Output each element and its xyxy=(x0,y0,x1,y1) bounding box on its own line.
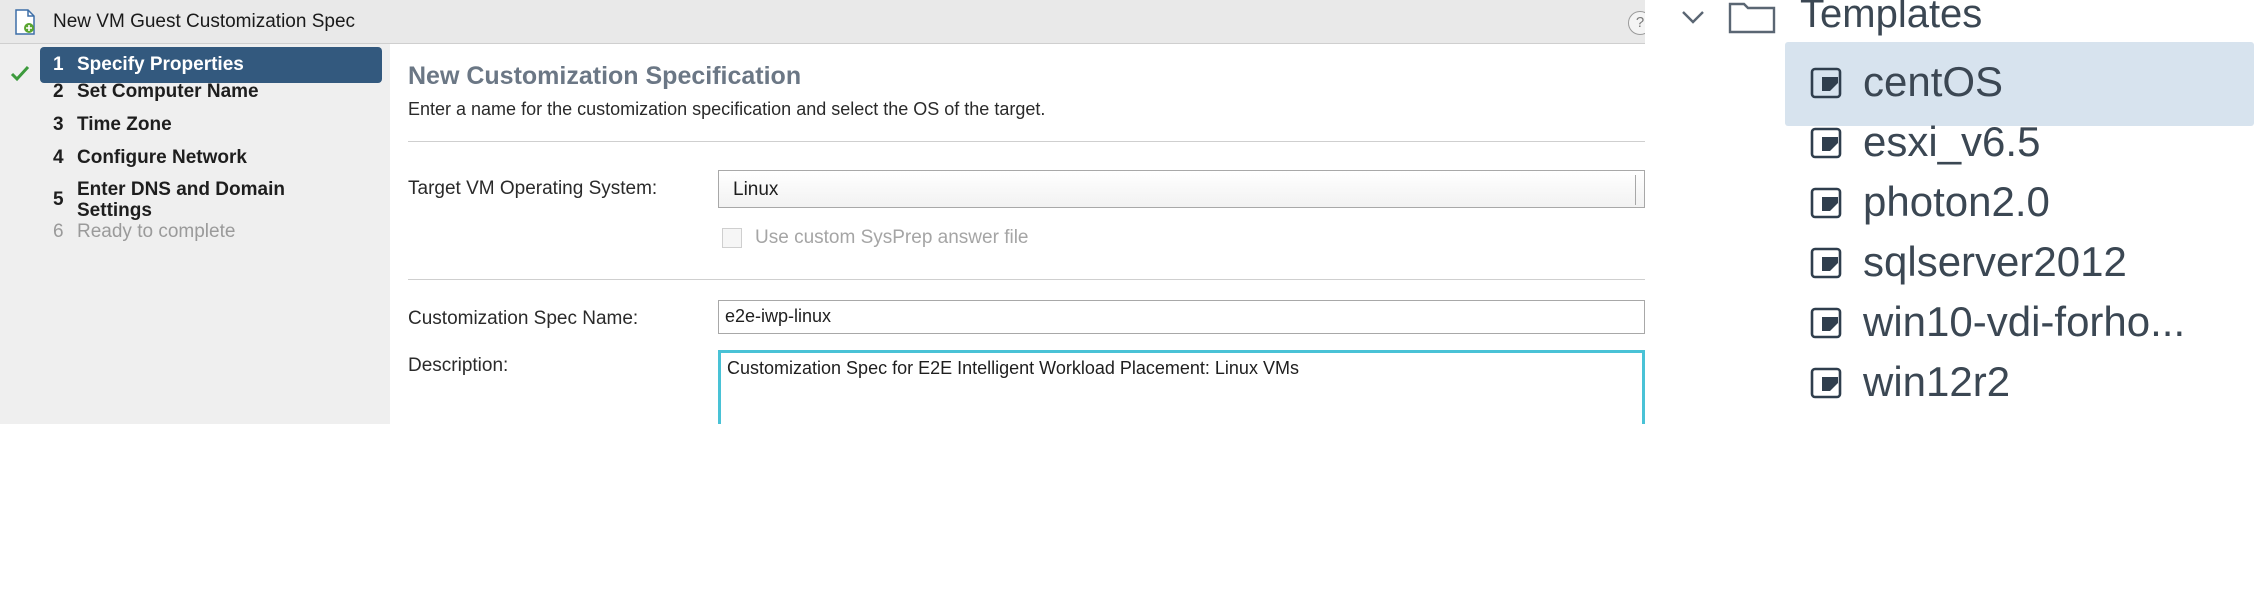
step-specify-properties[interactable]: 1 Specify Properties xyxy=(40,47,382,83)
folder-icon xyxy=(1728,2,1776,34)
wizard-titlebar: New VM Guest Customization Spec ? xyxy=(0,0,1645,44)
vm-template-icon xyxy=(1810,67,1842,99)
template-tree: Templates centOS esxi_v6.5 photon2.0 sql… xyxy=(1650,0,2254,598)
sysprep-checkbox[interactable] xyxy=(722,228,742,248)
wizard-title: New VM Guest Customization Spec xyxy=(53,11,356,32)
vm-template-icon xyxy=(1810,247,1842,279)
os-label: Target VM Operating System: xyxy=(408,178,658,199)
description-label: Description: xyxy=(408,355,509,376)
new-document-icon xyxy=(15,9,35,35)
description-textarea[interactable]: Customization Spec for E2E Intelligent W… xyxy=(718,350,1645,424)
step-dns-line1: Enter DNS and Domain xyxy=(77,179,285,200)
page-title: New Customization Specification xyxy=(408,62,802,90)
vm-template-icon xyxy=(1810,127,1842,159)
os-select-value: Linux xyxy=(733,179,779,200)
wizard-steps: 1 Specify Properties 2 Set Computer Name… xyxy=(0,44,390,424)
vm-template-icon xyxy=(1810,307,1842,339)
step-dns-line2: Settings xyxy=(77,200,152,221)
spec-name-input[interactable]: e2e-iwp-linux xyxy=(718,300,1645,334)
customization-wizard: New VM Guest Customization Spec ? 1 Spec… xyxy=(0,0,1645,424)
sysprep-label: Use custom SysPrep answer file xyxy=(755,227,1029,248)
tree-folder-label: Templates xyxy=(1800,0,1983,36)
checkmark-icon xyxy=(10,65,30,82)
wizard-content: New Customization Specification Enter a … xyxy=(390,44,1645,424)
divider xyxy=(408,141,1645,142)
spec-name-label: Customization Spec Name: xyxy=(408,308,639,329)
help-icon[interactable]: ? xyxy=(1628,11,1645,35)
vm-template-icon xyxy=(1810,187,1842,219)
description-value: Customization Spec for E2E Intelligent W… xyxy=(727,358,1299,378)
chevron-down-icon[interactable] xyxy=(1680,4,1706,30)
page-subtitle: Enter a name for the customization speci… xyxy=(408,99,1046,119)
tree-item-template[interactable]: win12r2 xyxy=(1785,342,2254,426)
vm-template-icon xyxy=(1810,367,1842,399)
divider xyxy=(408,279,1645,280)
spec-name-value: e2e-iwp-linux xyxy=(725,306,832,326)
os-select[interactable]: Linux xyxy=(718,170,1645,208)
